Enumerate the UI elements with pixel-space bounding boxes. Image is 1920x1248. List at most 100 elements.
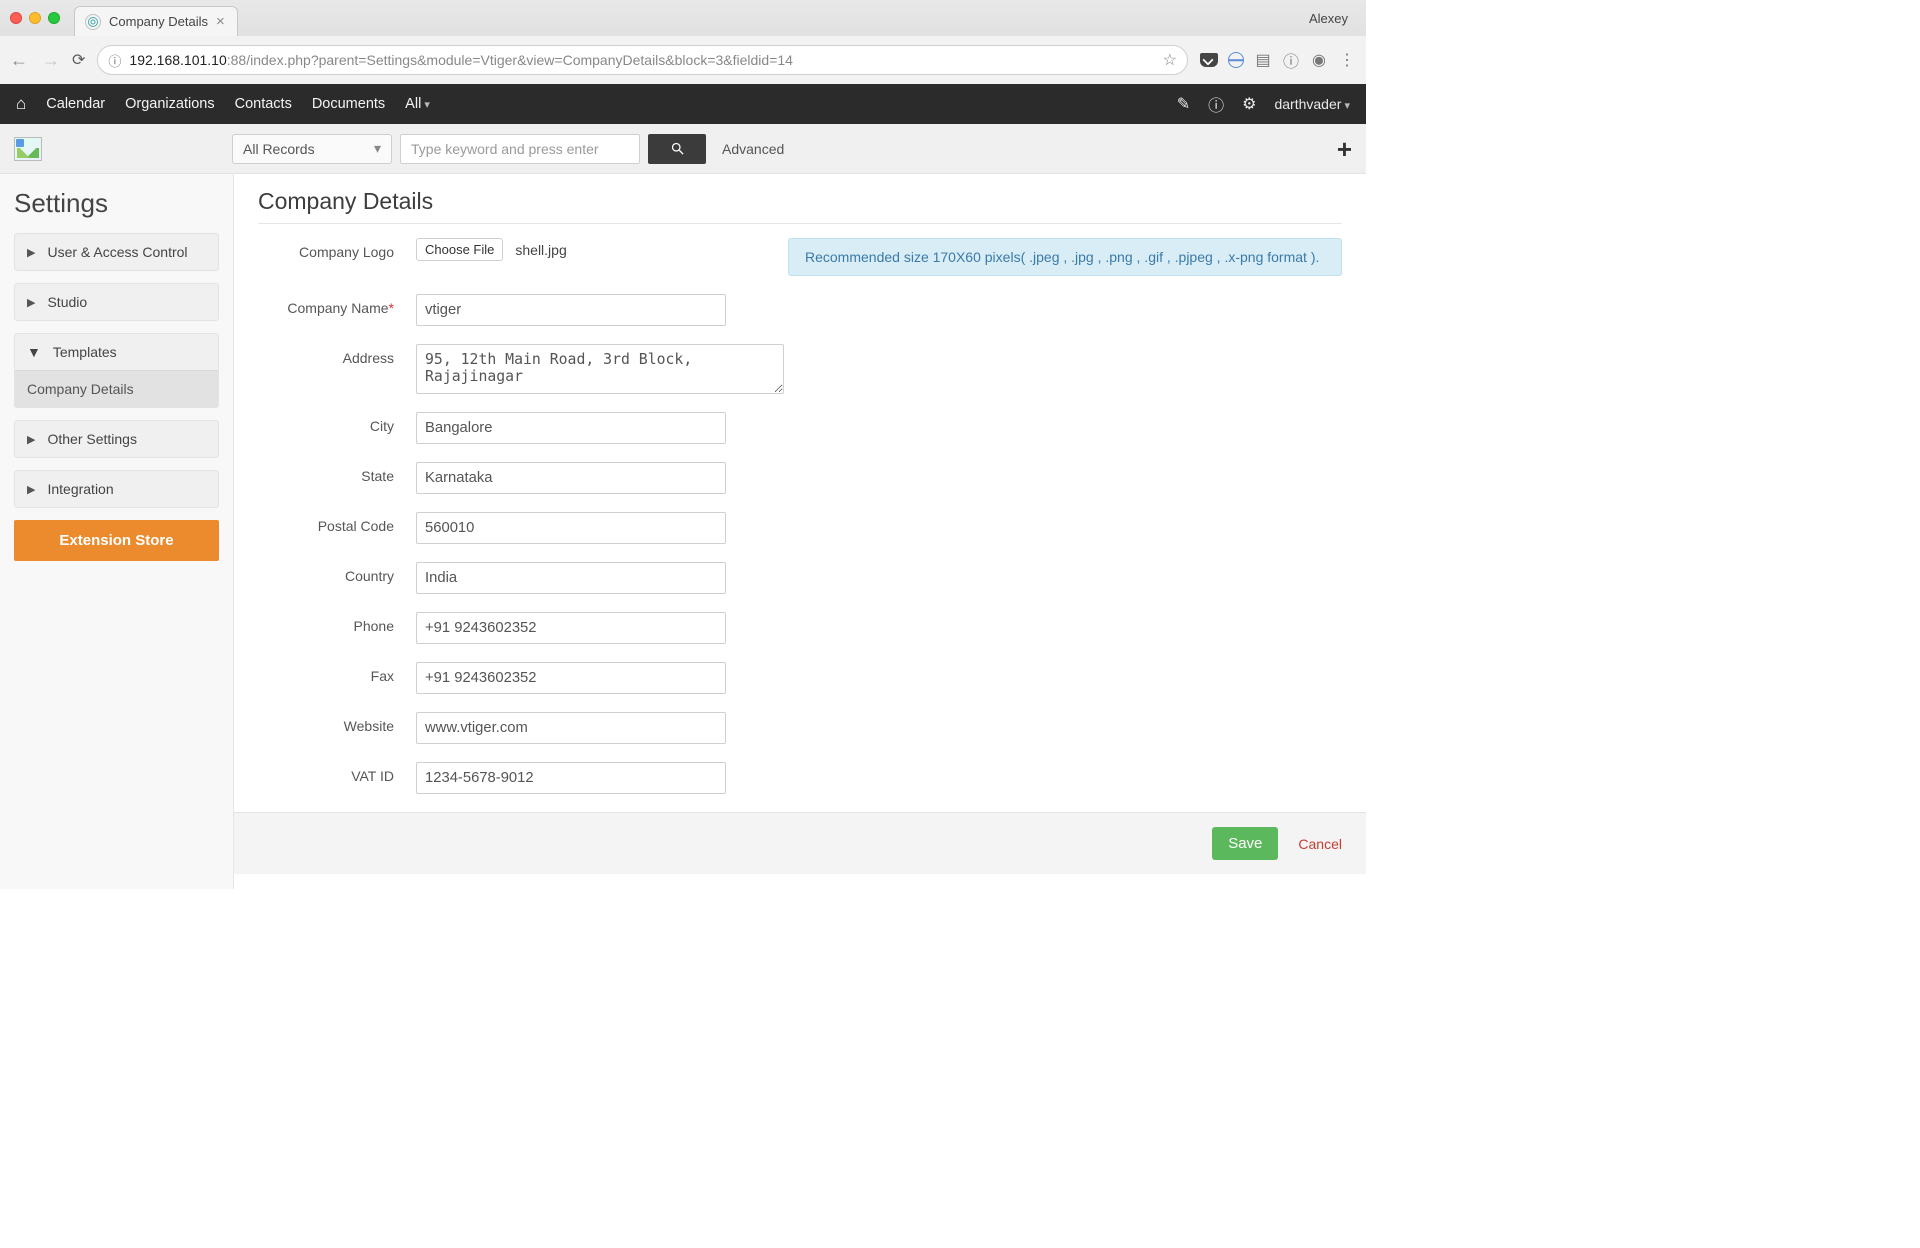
search-button[interactable] xyxy=(648,134,706,164)
settings-sidebar: Settings ▶ User & Access Control ▶ Studi… xyxy=(0,174,234,889)
state-input[interactable] xyxy=(416,462,726,494)
favicon-icon xyxy=(85,14,101,30)
sidebar-item-label: Integration xyxy=(47,481,113,497)
row-company-logo: Company Logo Choose File shell.jpg Recom… xyxy=(258,238,1342,276)
row-city: City xyxy=(258,412,1342,444)
country-input[interactable] xyxy=(416,562,726,594)
browser-tab[interactable]: Company Details × xyxy=(74,6,238,36)
row-address: Address 95, 12th Main Road, 3rd Block, R… xyxy=(258,344,1342,394)
globe-icon[interactable] xyxy=(1228,52,1244,68)
label-state: State xyxy=(258,462,416,484)
navbar-right: ✎ ⓘ ⚙ darthvader xyxy=(1177,92,1350,116)
compose-icon[interactable]: ✎ xyxy=(1177,94,1190,114)
search-input[interactable] xyxy=(400,134,640,164)
url-path: :88/index.php?parent=Settings&module=Vti… xyxy=(227,52,793,68)
main-menu: Calendar Organizations Contacts Document… xyxy=(46,96,430,112)
url-text: 192.168.101.10:88/index.php?parent=Setti… xyxy=(129,52,793,68)
browser-toolbar: ← → ⟳ ⓘ 192.168.101.10:88/index.php?pare… xyxy=(0,36,1366,84)
reload-icon[interactable]: ⟳ xyxy=(72,50,85,70)
city-input[interactable] xyxy=(416,412,726,444)
fax-input[interactable] xyxy=(416,662,726,694)
company-name-input[interactable] xyxy=(416,294,726,326)
window-controls xyxy=(10,12,60,24)
label-company-name: Company Name* xyxy=(258,294,416,316)
sidebar-item-label: Other Settings xyxy=(47,431,137,447)
label-fax: Fax xyxy=(258,662,416,684)
window-minimize-icon[interactable] xyxy=(29,12,41,24)
help-icon[interactable]: ⓘ xyxy=(1208,92,1224,116)
row-postal-code: Postal Code xyxy=(258,512,1342,544)
window-close-icon[interactable] xyxy=(10,12,22,24)
sphere-icon[interactable]: ◉ xyxy=(1310,51,1328,69)
address-bar[interactable]: ⓘ 192.168.101.10:88/index.php?parent=Set… xyxy=(97,45,1188,75)
choose-file-button[interactable]: Choose File xyxy=(416,238,503,261)
postal-code-input[interactable] xyxy=(416,512,726,544)
info-ext-icon[interactable]: ⓘ xyxy=(1282,51,1300,69)
label-company-logo: Company Logo xyxy=(258,238,416,260)
search-icon xyxy=(670,141,685,156)
phone-input[interactable] xyxy=(416,612,726,644)
pocket-icon[interactable] xyxy=(1200,53,1218,67)
chevron-right-icon: ▶ xyxy=(27,483,35,496)
menu-calendar[interactable]: Calendar xyxy=(46,96,105,112)
row-phone: Phone xyxy=(258,612,1342,644)
extension-icons: ▤ ⓘ ◉ ⋮ xyxy=(1200,51,1356,69)
sidebar-item-user-access[interactable]: ▶ User & Access Control xyxy=(14,233,219,271)
sidebar-item-integration[interactable]: ▶ Integration xyxy=(14,470,219,508)
sidebar-group-header[interactable]: ▼ Templates xyxy=(15,334,218,370)
row-state: State xyxy=(258,462,1342,494)
sidebar-title: Settings xyxy=(14,188,219,219)
page-title: Company Details xyxy=(258,188,1342,215)
row-fax: Fax xyxy=(258,662,1342,694)
row-company-name: Company Name* xyxy=(258,294,1342,326)
nav-arrows: ← → xyxy=(10,51,60,69)
website-input[interactable] xyxy=(416,712,726,744)
titlebar: Company Details × Alexey xyxy=(0,0,1366,36)
app-navbar: ⌂ Calendar Organizations Contacts Docume… xyxy=(0,84,1366,124)
reader-icon[interactable]: ▤ xyxy=(1254,51,1272,69)
home-icon[interactable]: ⌂ xyxy=(16,94,26,114)
sidebar-item-studio[interactable]: ▶ Studio xyxy=(14,283,219,321)
row-website: Website xyxy=(258,712,1342,744)
sidebar-subitem-company-details[interactable]: Company Details xyxy=(15,370,218,407)
sidebar-item-templates: ▼ Templates Company Details xyxy=(14,333,219,408)
label-website: Website xyxy=(258,712,416,734)
site-info-icon[interactable]: ⓘ xyxy=(108,51,121,70)
search-scope-select[interactable]: All Records xyxy=(232,134,392,164)
tab-close-icon[interactable]: × xyxy=(216,14,225,29)
menu-organizations[interactable]: Organizations xyxy=(125,96,214,112)
logo-controls: Choose File shell.jpg xyxy=(416,238,567,261)
sidebar-item-other-settings[interactable]: ▶ Other Settings xyxy=(14,420,219,458)
browser-profile[interactable]: Alexey xyxy=(1309,11,1348,26)
quick-create-icon[interactable]: + xyxy=(1337,136,1352,162)
label-vat-id: VAT ID xyxy=(258,762,416,784)
label-phone: Phone xyxy=(258,612,416,634)
menu-contacts[interactable]: Contacts xyxy=(235,96,292,112)
extension-store-button[interactable]: Extension Store xyxy=(14,520,219,561)
address-textarea[interactable]: 95, 12th Main Road, 3rd Block, Rajajinag… xyxy=(416,344,784,394)
vat-id-input[interactable] xyxy=(416,762,726,794)
menu-all[interactable]: All xyxy=(405,96,430,112)
label-country: Country xyxy=(258,562,416,584)
save-button[interactable]: Save xyxy=(1212,827,1278,860)
menu-documents[interactable]: Documents xyxy=(312,96,385,112)
sidebar-item-label: Templates xyxy=(53,344,117,360)
search-toolbar: All Records Advanced + xyxy=(0,124,1366,174)
tab-title: Company Details xyxy=(109,14,208,29)
chevron-right-icon: ▶ xyxy=(27,433,35,446)
sidebar-item-label: User & Access Control xyxy=(47,244,187,260)
chevron-down-icon: ▼ xyxy=(27,344,41,360)
cancel-link[interactable]: Cancel xyxy=(1298,836,1342,852)
back-icon[interactable]: ← xyxy=(10,51,28,69)
user-menu[interactable]: darthvader xyxy=(1274,96,1350,112)
chevron-right-icon: ▶ xyxy=(27,296,35,309)
advanced-search-link[interactable]: Advanced xyxy=(722,141,784,157)
window-maximize-icon[interactable] xyxy=(48,12,60,24)
bookmark-star-icon[interactable]: ☆ xyxy=(1163,50,1177,70)
divider xyxy=(258,223,1342,224)
gear-icon[interactable]: ⚙ xyxy=(1242,94,1256,114)
chevron-right-icon: ▶ xyxy=(27,246,35,259)
browser-menu-icon[interactable]: ⋮ xyxy=(1338,51,1356,69)
selected-filename: shell.jpg xyxy=(515,242,566,258)
logo-hint: Recommended size 170X60 pixels( .jpeg , … xyxy=(788,238,1342,276)
